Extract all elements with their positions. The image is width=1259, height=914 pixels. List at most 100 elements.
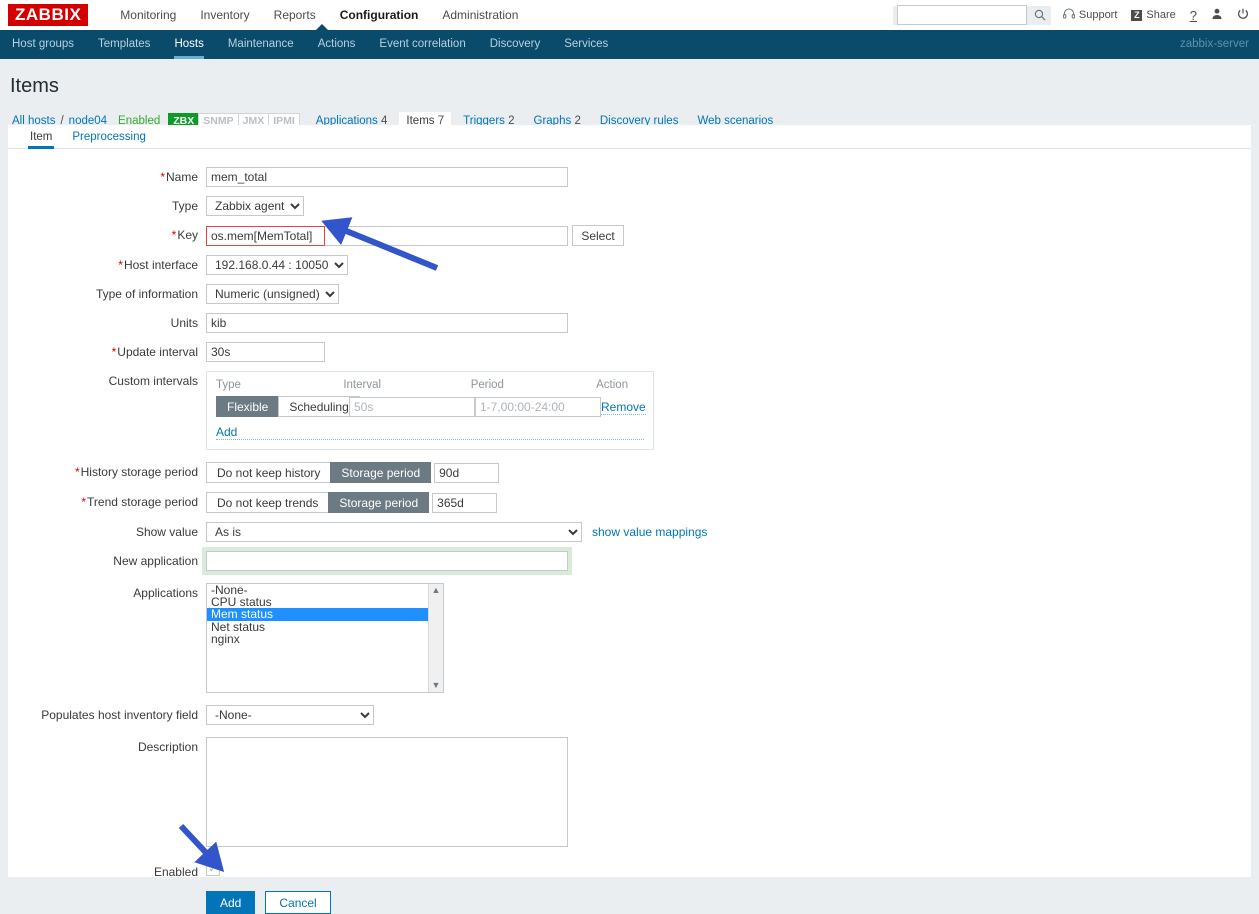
label-units: Units — [8, 313, 206, 333]
share-icon: Z — [1131, 10, 1142, 21]
field-row-enabled: Enabled ✓ — [8, 862, 1251, 882]
scroll-up-icon[interactable]: ▲ — [432, 586, 441, 595]
sidebar-item-services[interactable]: Services — [552, 30, 620, 59]
required-marker: * — [172, 228, 177, 242]
scroll-down-icon[interactable]: ▼ — [432, 681, 441, 690]
type-select[interactable]: Zabbix agent — [206, 196, 304, 216]
sidebar-item-hosts[interactable]: Hosts — [162, 30, 215, 59]
search-input[interactable] — [897, 5, 1027, 25]
col-header-type: Type — [216, 379, 343, 391]
col-header-period: Period — [471, 379, 596, 391]
label-history-storage-period-text: History storage period — [81, 465, 198, 479]
new-application-input[interactable] — [206, 551, 568, 571]
host-inventory-field-select[interactable]: -None- — [206, 705, 374, 725]
required-marker: * — [160, 170, 165, 184]
col-header-action: Action — [596, 379, 644, 391]
search-box[interactable] — [893, 6, 1051, 25]
history-storage-period-button[interactable]: Storage period — [330, 462, 431, 483]
field-row-key: *Key Select — [8, 225, 1251, 246]
zabbix-logo[interactable]: ZABBIX — [8, 4, 88, 26]
field-row-name: *Name — [8, 167, 1251, 187]
host-interface-select[interactable]: 192.168.0.44 : 10050 — [206, 255, 348, 275]
question-icon: ? — [1190, 8, 1197, 23]
required-marker: * — [75, 465, 80, 479]
form-actions-row: Add Cancel — [8, 891, 1251, 914]
show-value-mappings-link[interactable]: show value mappings — [592, 525, 707, 539]
sidebar-item-templates[interactable]: Templates — [86, 30, 162, 59]
label-key: *Key — [8, 225, 206, 245]
nav-monitoring[interactable]: Monitoring — [108, 0, 188, 30]
share-link[interactable]: Z Share — [1131, 9, 1175, 21]
item-form: *Name Type Zabbix agent *Key Select *Hos… — [8, 149, 1251, 914]
key-select-button[interactable]: Select — [572, 225, 624, 246]
custom-interval-period-input[interactable] — [475, 397, 601, 417]
form-tabs: Item Preprocessing — [8, 125, 1251, 149]
tab-item[interactable]: Item — [20, 131, 62, 148]
label-name: *Name — [8, 167, 206, 187]
sign-out-link[interactable] — [1237, 8, 1249, 23]
sidebar-item-actions[interactable]: Actions — [306, 30, 368, 59]
custom-interval-value-input[interactable] — [349, 397, 475, 417]
history-storage-toggle: Do not keep history Storage period — [206, 462, 430, 483]
list-item[interactable]: nginx — [207, 633, 443, 645]
support-link[interactable]: Support — [1063, 8, 1118, 22]
list-item[interactable]: Mem status — [207, 608, 443, 620]
sidebar-item-host-groups[interactable]: Host groups — [0, 30, 86, 59]
trend-storage-period-button[interactable]: Storage period — [328, 492, 429, 513]
interval-type-flexible-button[interactable]: Flexible — [216, 396, 279, 417]
name-input[interactable] — [206, 167, 568, 187]
user-profile-link[interactable] — [1211, 8, 1223, 23]
label-description: Description — [8, 737, 206, 757]
trend-storage-toggle: Do not keep trends Storage period — [206, 492, 428, 513]
field-row-host-interface: *Host interface 192.168.0.44 : 10050 — [8, 255, 1251, 275]
field-row-type-of-information: Type of information Numeric (unsigned) — [8, 284, 1251, 304]
enabled-checkbox[interactable]: ✓ — [206, 862, 220, 876]
field-row-update-interval: *Update interval — [8, 342, 1251, 362]
field-row-new-application: New application — [8, 551, 1251, 571]
update-interval-input[interactable] — [206, 342, 325, 362]
search-icon[interactable] — [1034, 9, 1046, 24]
content-card: Item Preprocessing *Name Type Zabbix age… — [8, 125, 1251, 877]
applications-listbox[interactable]: -None- CPU status Mem status Net status … — [206, 583, 444, 693]
custom-intervals-panel: Type Interval Period Action Flexible Sch… — [206, 371, 654, 450]
description-textarea[interactable] — [206, 737, 568, 847]
show-value-select[interactable]: As is — [206, 522, 582, 542]
units-input[interactable] — [206, 313, 568, 333]
custom-interval-add-link[interactable]: Add — [216, 425, 644, 440]
sub-navigation: Host groups Templates Hosts Maintenance … — [0, 30, 1259, 59]
sidebar-item-discovery[interactable]: Discovery — [478, 30, 552, 59]
col-header-interval: Interval — [343, 379, 470, 391]
help-link[interactable]: ? — [1190, 8, 1197, 23]
custom-intervals-header: Type Interval Period Action — [216, 379, 644, 391]
trend-do-not-keep-button[interactable]: Do not keep trends — [206, 492, 329, 513]
history-storage-period-input[interactable] — [434, 463, 499, 483]
field-row-type: Type Zabbix agent — [8, 196, 1251, 216]
history-do-not-keep-button[interactable]: Do not keep history — [206, 462, 331, 483]
label-history-storage-period: *History storage period — [8, 462, 206, 482]
required-marker: * — [112, 345, 117, 359]
type-of-information-select[interactable]: Numeric (unsigned) — [206, 284, 339, 304]
add-button[interactable]: Add — [206, 891, 255, 914]
nav-administration[interactable]: Administration — [430, 0, 530, 30]
label-trend-storage-period-text: Trend storage period — [87, 495, 198, 509]
nav-inventory[interactable]: Inventory — [188, 0, 261, 30]
top-header: ZABBIX Monitoring Inventory Reports Conf… — [0, 0, 1259, 30]
applications-scrollbar[interactable]: ▲ ▼ — [428, 584, 443, 692]
cancel-button[interactable]: Cancel — [265, 891, 330, 914]
list-item[interactable]: Net status — [207, 621, 443, 633]
sidebar-item-maintenance[interactable]: Maintenance — [216, 30, 306, 59]
custom-interval-remove-link[interactable]: Remove — [601, 400, 646, 415]
sidebar-item-event-correlation[interactable]: Event correlation — [367, 30, 477, 59]
custom-interval-row: Flexible Scheduling Remove — [216, 396, 644, 417]
label-host-inventory-field: Populates host inventory field — [8, 705, 206, 725]
header-right-tools: Support Z Share ? — [893, 0, 1253, 30]
trend-storage-period-input[interactable] — [432, 493, 497, 513]
interval-type-scheduling-button[interactable]: Scheduling — [278, 396, 359, 417]
nav-configuration[interactable]: Configuration — [328, 0, 431, 30]
field-row-description: Description — [8, 737, 1251, 847]
page-title: Items — [0, 59, 1259, 108]
tab-preprocessing[interactable]: Preprocessing — [62, 131, 156, 148]
user-icon — [1211, 8, 1223, 23]
key-input[interactable] — [206, 226, 568, 246]
field-row-host-inventory: Populates host inventory field -None- — [8, 705, 1251, 725]
